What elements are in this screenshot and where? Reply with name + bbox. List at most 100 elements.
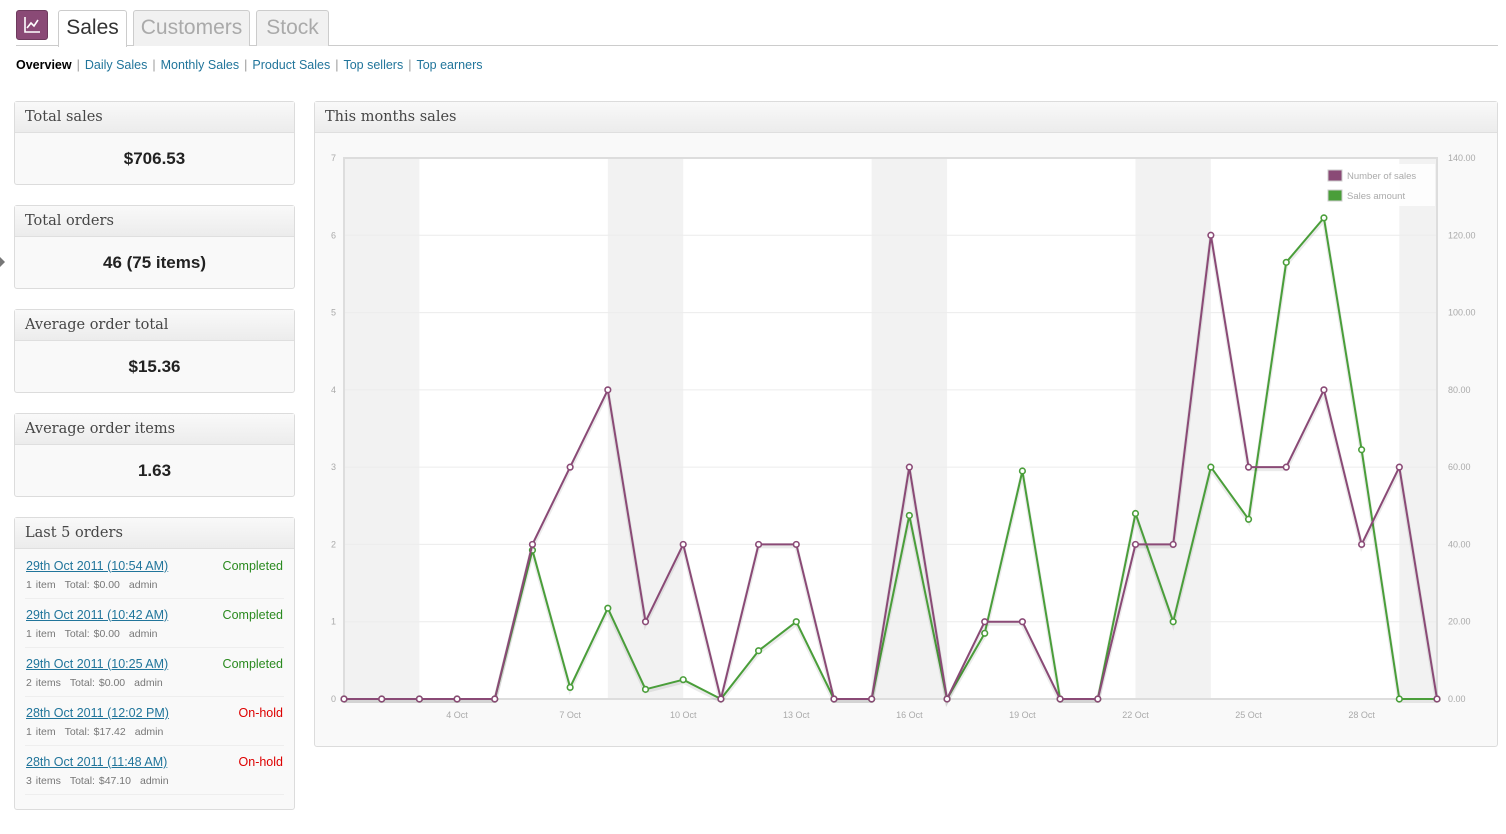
x-tick-label: 25 Oct — [1235, 710, 1262, 720]
y-left-tick-label: 0 — [331, 694, 336, 704]
data-point — [1056, 695, 1064, 703]
tab-customers[interactable]: Customers — [133, 10, 250, 46]
data-point — [943, 695, 951, 703]
x-tick-label: 19 Oct — [1009, 710, 1036, 720]
order-link[interactable]: 28th Oct 2011 (11:48 AM) — [26, 755, 167, 769]
order-user: admin — [139, 775, 169, 787]
data-point — [1018, 618, 1027, 626]
stat-average-order-total: Average order total $15.36 — [14, 309, 295, 393]
order-link[interactable]: 29th Oct 2011 (10:25 AM) — [26, 657, 168, 671]
stat-title: Average order items — [15, 414, 294, 445]
order-items: 3 items — [26, 775, 61, 787]
x-tick-label: 28 Oct — [1348, 710, 1375, 720]
y-right-tick-label: 0.00 — [1448, 694, 1466, 704]
order-user: admin — [134, 726, 164, 738]
separator: | — [152, 58, 156, 72]
weekend-band — [1399, 158, 1437, 699]
data-point — [340, 695, 348, 703]
data-point — [641, 685, 650, 693]
weekend-band — [871, 158, 948, 699]
order-link[interactable]: 28th Oct 2011 (12:02 PM) — [26, 706, 169, 720]
y-left-tick-label: 7 — [331, 153, 336, 163]
order-total: Total: $0.00 — [64, 579, 120, 591]
x-tick-label: 4 Oct — [446, 710, 468, 720]
order-status: On-hold — [238, 755, 283, 769]
data-point — [641, 618, 650, 626]
subnav-top-sellers[interactable]: Top sellers — [343, 58, 403, 72]
subnav-top-earners[interactable]: Top earners — [416, 58, 482, 72]
x-tick-label: 13 Oct — [783, 710, 810, 720]
subnav-product-sales[interactable]: Product Sales — [252, 58, 330, 72]
order-status: Completed — [222, 608, 283, 622]
stat-value: 1.63 — [137, 461, 172, 480]
data-point — [1395, 695, 1403, 703]
data-point — [792, 540, 800, 549]
monthly-sales-chart-panel: This months sales 0 1 2 3 4 5 6 7 0.00 20.00 40.00… — [314, 101, 1498, 747]
order-items: 1 item — [26, 628, 56, 640]
order-meta: 1 item Total: $0.00 admin — [26, 628, 167, 640]
data-point — [566, 683, 574, 692]
order-row: 29th Oct 2011 (10:25 AM) 2 items Total: $… — [25, 647, 284, 697]
data-point — [1433, 695, 1441, 703]
data-point — [981, 618, 989, 626]
order-meta: 1 item Total: $0.00 admin — [26, 579, 167, 591]
data-point — [905, 463, 913, 471]
order-total: Total: $17.42 — [64, 726, 126, 738]
panel-title: Last 5 orders — [15, 518, 294, 549]
separator: | — [408, 58, 412, 72]
y-right-tick-label: 140.00 — [1448, 153, 1476, 163]
subnav-daily-sales[interactable]: Daily Sales — [85, 58, 148, 72]
order-status: Completed — [222, 657, 283, 671]
order-row: 28th Oct 2011 (11:48 AM) 3 items Total: $… — [25, 745, 284, 795]
stat-title: Average order total — [15, 310, 294, 341]
tab-sales[interactable]: Sales — [58, 10, 127, 47]
data-point — [717, 695, 725, 703]
order-user: admin — [134, 677, 163, 689]
stat-value: $706.53 — [123, 149, 186, 168]
data-point — [1358, 540, 1366, 549]
data-point — [566, 463, 574, 471]
data-point — [604, 604, 612, 612]
order-link[interactable]: 29th Oct 2011 (10:42 AM) — [26, 608, 168, 622]
sales-line-chart: 0 1 2 3 4 5 6 7 0.00 20.00 40.00 60.00 80.00 100.00 12… — [331, 153, 1476, 720]
data-point — [453, 695, 461, 703]
stat-total-orders: Total orders 46 (75 items) — [14, 205, 295, 289]
order-row: 29th Oct 2011 (10:42 AM) 1 item Total: $0… — [25, 598, 284, 648]
data-point — [1169, 540, 1177, 549]
data-point — [415, 695, 423, 703]
order-total: Total: $47.10 — [69, 775, 131, 787]
order-link[interactable]: 29th Oct 2011 (10:54 AM) — [26, 559, 168, 573]
x-tick-label: 7 Oct — [559, 710, 581, 720]
order-meta: 2 items Total: $0.00 admin — [26, 677, 172, 689]
tab-stock[interactable]: Stock — [256, 10, 329, 46]
legend-label: Number of sales — [1347, 171, 1416, 182]
y-left-tick-label: 5 — [331, 308, 336, 318]
order-items: 1 item — [26, 579, 56, 591]
data-point — [604, 386, 612, 394]
subnav-monthly-sales[interactable]: Monthly Sales — [161, 58, 240, 72]
y-right-tick-label: 60.00 — [1448, 462, 1471, 472]
order-meta: 3 items Total: $47.10 admin — [26, 775, 178, 787]
data-point — [1395, 463, 1403, 471]
order-user: admin — [128, 579, 158, 591]
data-point — [1244, 515, 1253, 523]
order-items: 1 item — [26, 726, 56, 738]
legend-swatch — [1327, 189, 1343, 202]
order-items: 2 items — [26, 677, 61, 689]
data-point — [754, 647, 763, 655]
x-tick-label: 22 Oct — [1122, 710, 1149, 720]
data-point — [1094, 695, 1102, 703]
data-point — [1207, 231, 1215, 239]
data-point — [1207, 463, 1215, 471]
data-point — [905, 511, 913, 520]
subnav-overview[interactable]: Overview — [16, 58, 72, 72]
last-orders-panel: Last 5 orders 29th Oct 2011 (10:54 AM) 1… — [14, 517, 295, 810]
order-status: On-hold — [238, 706, 283, 720]
y-left-tick-label: 6 — [331, 230, 336, 240]
y-right-tick-label: 40.00 — [1448, 539, 1471, 549]
stat-title: Total orders — [15, 206, 294, 237]
collapse-arrow-icon[interactable] — [0, 257, 5, 267]
data-point — [1169, 618, 1177, 626]
data-point — [1320, 386, 1328, 394]
order-total: Total: $0.00 — [64, 628, 120, 640]
